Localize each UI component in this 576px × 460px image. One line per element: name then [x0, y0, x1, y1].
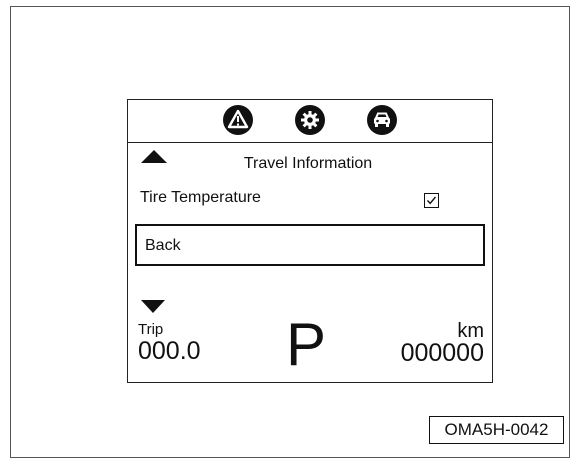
car-icon[interactable] — [367, 105, 397, 135]
tire-temperature-checkbox[interactable] — [424, 193, 439, 208]
back-label: Back — [145, 237, 181, 254]
gear-settings-icon[interactable] — [295, 105, 325, 135]
cluster-display: Travel Information Tire Temperature Back… — [127, 99, 493, 383]
tire-temperature-label: Tire Temperature — [140, 189, 261, 206]
scroll-down-arrow-icon[interactable] — [141, 300, 165, 313]
trip-label: Trip — [138, 321, 164, 338]
trip-value: 000.0 — [138, 337, 201, 365]
gear-position: P — [286, 311, 327, 378]
menu-title: Travel Information — [243, 155, 373, 172]
odometer-value: 000000 — [400, 339, 484, 367]
scroll-up-arrow-icon[interactable] — [141, 150, 167, 163]
figure-code-label: OMA5H-0042 — [429, 416, 564, 444]
icon-bar — [128, 100, 492, 143]
warning-triangle-icon[interactable] — [223, 105, 253, 135]
figure-frame: Travel Information Tire Temperature Back… — [10, 6, 570, 458]
back-menu-item[interactable]: Back — [135, 224, 485, 266]
